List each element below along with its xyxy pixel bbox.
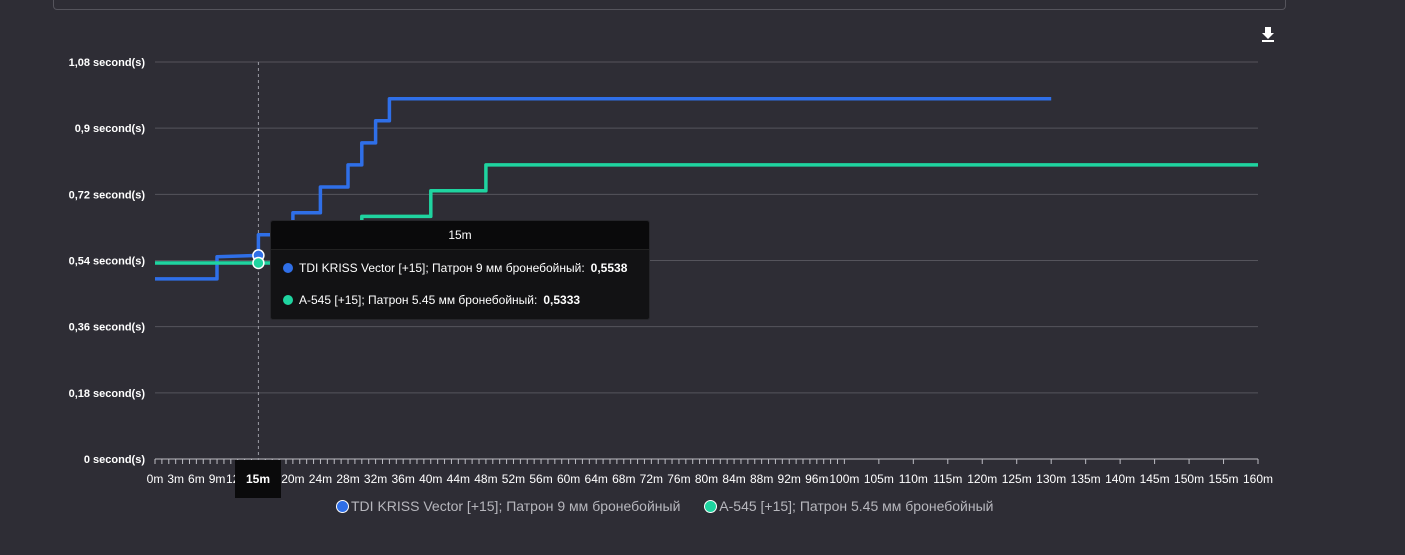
x-tick-label: 52m — [502, 472, 525, 486]
x-tick-label: 115m — [933, 472, 962, 486]
x-tick-label: 96m — [805, 472, 828, 486]
hover-point — [252, 256, 265, 270]
x-tick-label: 160m — [1243, 472, 1273, 486]
tooltip-item: TDI KRISS Vector [+15]; Патрон 9 мм брон… — [283, 261, 627, 275]
x-tick-label: 60m — [557, 472, 580, 486]
x-tick-label: 56m — [529, 472, 552, 486]
tooltip-item-label: A-545 [+15]; Патрон 5.45 мм бронебойный: — [299, 293, 538, 307]
x-tick-label: 0m — [147, 472, 164, 486]
tooltip-title: 15m — [271, 221, 649, 250]
y-tick-label: 0,36 second(s) — [69, 322, 146, 334]
x-tick-label: 105m — [864, 472, 894, 486]
x-tick-label: 68m — [612, 472, 635, 486]
x-tick-label: 9m — [209, 472, 226, 486]
legend-item-a545[interactable]: A-545 [+15]; Патрон 5.45 мм бронебойный — [704, 498, 993, 514]
x-tick-label: 48m — [474, 472, 497, 486]
series-dot-icon — [283, 263, 293, 273]
x-tick-label: 44m — [447, 472, 470, 486]
x-tick-label: 28m — [336, 472, 359, 486]
tooltip-item: A-545 [+15]; Патрон 5.45 мм бронебойный:… — [283, 293, 580, 307]
tooltip-item-value: 0,5333 — [543, 293, 581, 307]
x-tick-label: 135m — [1071, 472, 1101, 486]
legend-dot-icon — [336, 500, 349, 513]
x-tick-label: 130m — [1036, 472, 1066, 486]
x-tick-label: 145m — [1140, 472, 1170, 486]
x-tick-label: 40m — [419, 472, 442, 486]
y-tick-label: 0 second(s) — [84, 454, 145, 466]
legend-dot-icon — [704, 500, 718, 513]
x-tick-label: 76m — [667, 472, 690, 486]
x-tick-label: 100m — [829, 472, 859, 486]
y-tick-label: 1,08 second(s) — [69, 57, 146, 69]
x-tick-label: 20m — [281, 472, 304, 486]
x-tick-label: 140m — [1105, 472, 1135, 486]
crosshair-x-label: 15m — [235, 460, 281, 498]
x-tick-label: 155m — [1209, 472, 1239, 486]
x-tick-label: 150m — [1174, 472, 1204, 486]
legend-item-kriss[interactable]: TDI KRISS Vector [+15]; Патрон 9 мм брон… — [336, 498, 680, 514]
legend-label: TDI KRISS Vector [+15]; Патрон 9 мм брон… — [351, 498, 681, 514]
x-tick-label: 32m — [364, 472, 387, 486]
y-tick-label: 0,18 second(s) — [69, 388, 146, 400]
y-tick-label: 0,72 second(s) — [69, 189, 146, 201]
tooltip-item-value: 0,5538 — [590, 261, 628, 275]
x-tick-label: 24m — [309, 472, 332, 486]
legend-label: A-545 [+15]; Патрон 5.45 мм бронебойный — [719, 498, 994, 514]
x-tick-label: 92m — [778, 472, 801, 486]
x-tick-label: 3m — [167, 472, 184, 486]
x-tick-label: 64m — [585, 472, 608, 486]
series-dot-icon — [283, 295, 293, 305]
x-tick-label: 110m — [899, 472, 928, 486]
x-tick-label: 6m — [188, 472, 205, 486]
y-tick-label: 0,9 second(s) — [75, 123, 146, 135]
tooltip: 15m TDI KRISS Vector [+15]; Патрон 9 мм … — [270, 220, 650, 320]
tooltip-item-label: TDI KRISS Vector [+15]; Патрон 9 мм брон… — [299, 261, 585, 275]
y-tick-label: 0,54 second(s) — [69, 256, 146, 268]
x-tick-label: 84m — [722, 472, 745, 486]
chart-legend: TDI KRISS Vector [+15]; Патрон 9 мм брон… — [336, 498, 1013, 514]
line-chart: 0 second(s) 0,18 second(s) 0,36 second(s) 0… — [69, 57, 1273, 486]
x-tick-label: 80m — [695, 472, 718, 486]
x-tick-label: 36m — [392, 472, 415, 486]
x-tick-label: 125m — [1002, 472, 1032, 486]
x-tick-label: 120m — [967, 472, 997, 486]
x-tick-label: 88m — [750, 472, 773, 486]
x-tick-label: 72m — [640, 472, 663, 486]
